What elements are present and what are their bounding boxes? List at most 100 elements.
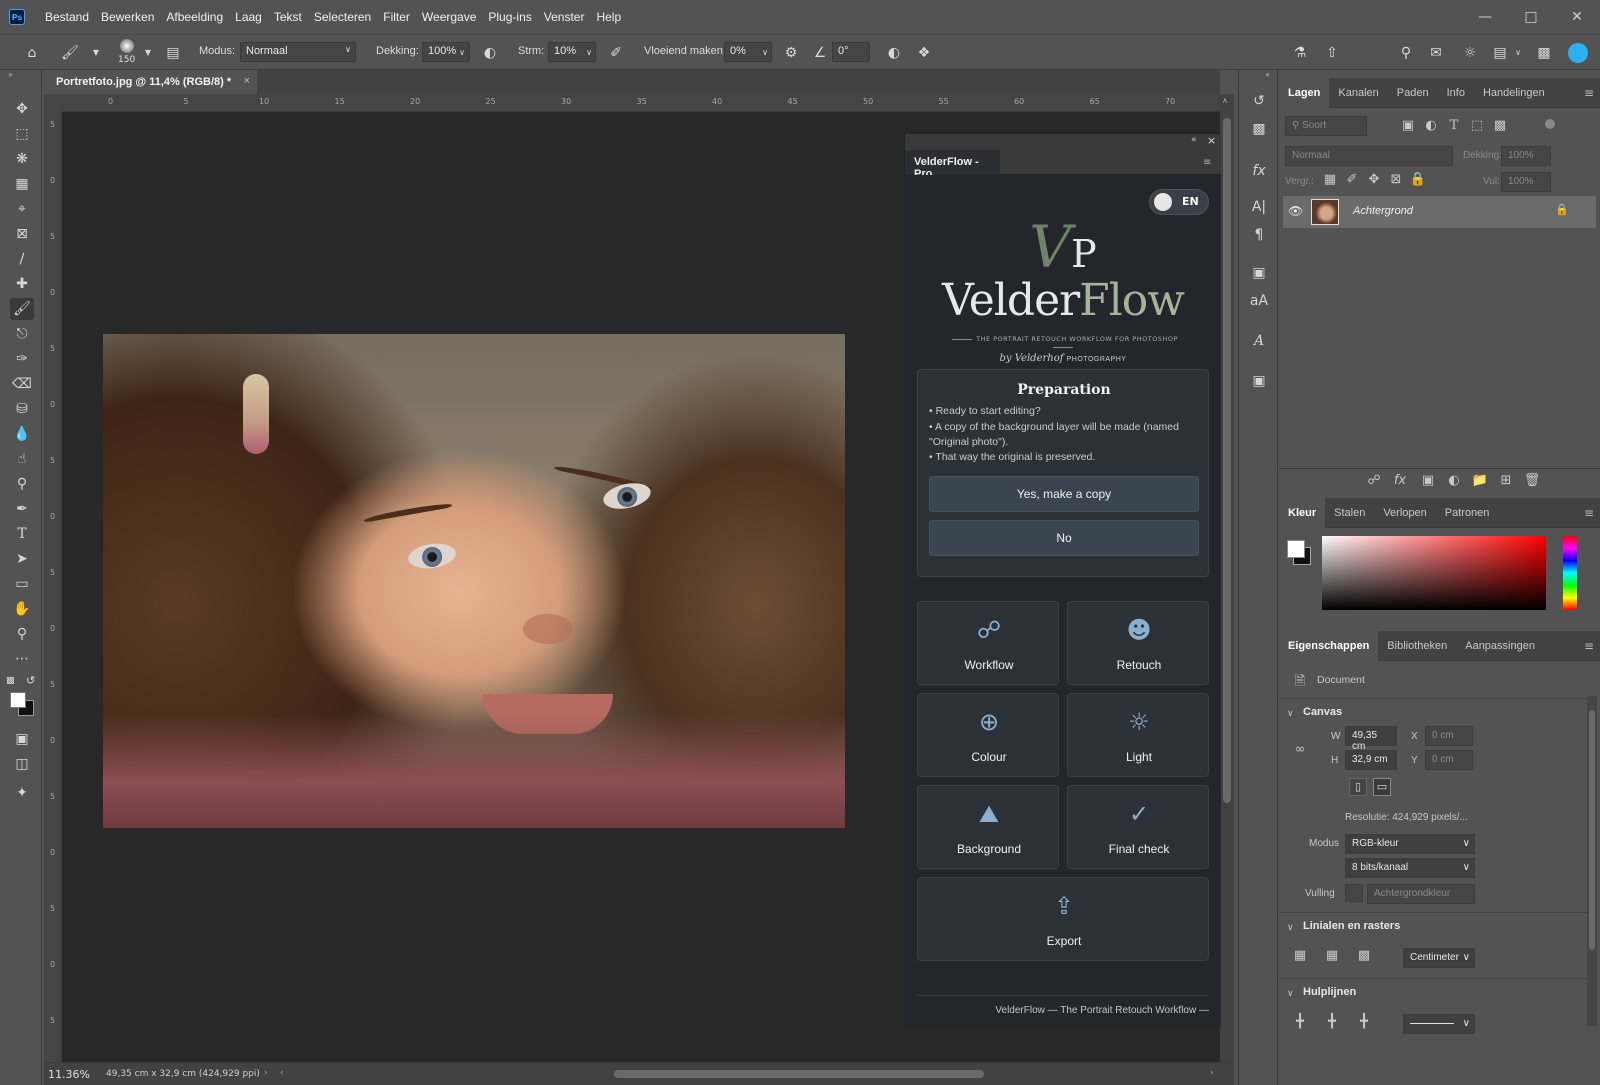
chevron-down-icon[interactable]: ∨	[1287, 708, 1294, 719]
horizontal-ruler[interactable]: 0 5 10 15 20 25 30 35 40 45 50 55 60 65 70	[62, 94, 1220, 112]
chevron-down-icon[interactable]: ▼	[138, 43, 158, 63]
pixel-filter-icon[interactable]: ▣	[1399, 118, 1417, 133]
chevron-down-icon[interactable]: ∨	[452, 43, 472, 63]
lock-artboard-icon[interactable]: ⊠	[1387, 172, 1405, 187]
add-mask-icon[interactable]: ▣	[1419, 473, 1437, 488]
fill-select[interactable]: Achtergrondkleur	[1367, 884, 1475, 904]
smudge-tool-icon[interactable]: ☝	[10, 448, 34, 470]
tab-paden[interactable]: Paden	[1388, 78, 1438, 108]
stamp-tool-icon[interactable]: ⎋	[10, 323, 34, 345]
colour-card[interactable]: ⊕ Colour	[917, 693, 1059, 777]
tab-kanalen[interactable]: Kanalen	[1329, 78, 1387, 108]
tab-handelingen[interactable]: Handelingen	[1474, 78, 1554, 108]
fx-icon[interactable]: fx	[1247, 160, 1271, 182]
menu-bewerken[interactable]: Bewerken	[95, 10, 160, 24]
hand-tool-icon[interactable]: ✋	[10, 598, 34, 620]
collapse-icon[interactable]: «	[1265, 70, 1270, 79]
guide-toggle-icon[interactable]: ╋	[1291, 1014, 1309, 1029]
chat-icon[interactable]: ✉	[1426, 43, 1446, 63]
menu-laag[interactable]: Laag	[229, 10, 268, 24]
vertical-ruler[interactable]: 5 0 5 0 5 0 5 0 5 0 5 0 5 0 5 0 5	[44, 112, 62, 1062]
type-tool-icon[interactable]: T	[10, 523, 34, 545]
y-field[interactable]: 0 cm	[1425, 750, 1473, 770]
final-check-card[interactable]: ✓ Final check	[1067, 785, 1209, 869]
document-tab[interactable]: Portretfoto.jpg @ 11,4% (RGB/8) * ×	[44, 70, 257, 94]
paragraph-icon[interactable]: ¶	[1247, 224, 1271, 246]
vertical-scrollbar[interactable]: ∧	[1220, 94, 1234, 1062]
guide-style-select[interactable]: ∨	[1403, 1014, 1475, 1034]
lock-all-icon[interactable]: 🔒	[1409, 172, 1427, 187]
brush-preset-icon[interactable]: 🖌	[60, 43, 80, 63]
quick-mask-icon[interactable]: ▣	[10, 728, 34, 750]
lightbulb-icon[interactable]: ☼	[1460, 43, 1480, 63]
mode-select[interactable]: Normaal ∨	[240, 42, 356, 62]
type-filter-icon[interactable]: T	[1445, 118, 1463, 133]
menu-weergave[interactable]: Weergave	[416, 10, 482, 24]
properties-scrollbar[interactable]	[1587, 696, 1597, 1026]
bit-depth-select[interactable]: 8 bits/kanaal ∨	[1345, 858, 1475, 878]
maximize-icon[interactable]: □	[1508, 6, 1554, 28]
menu-venster[interactable]: Venster	[538, 10, 591, 24]
rulers-grids-section-title[interactable]: Linialen en rasters	[1303, 920, 1400, 932]
layer-opacity-field[interactable]: 100%	[1501, 146, 1551, 166]
quick-select-tool-icon[interactable]: ❋	[10, 148, 34, 170]
portrait-orientation-icon[interactable]: ▯	[1349, 778, 1367, 796]
adjustment-layer-icon[interactable]: ◐	[1445, 473, 1463, 488]
grid-toggle-icon[interactable]: ▦	[1323, 948, 1341, 963]
color-mode-select[interactable]: RGB-kleur ∨	[1345, 834, 1475, 854]
chevron-down-icon[interactable]: ∨	[579, 43, 599, 63]
chevron-down-icon[interactable]: ∨	[1508, 43, 1528, 63]
move-tool-icon[interactable]: ✥	[10, 98, 34, 120]
export-card[interactable]: ⇪ Export	[917, 877, 1209, 961]
foreground-color-swatch[interactable]	[1287, 540, 1305, 558]
angle-field[interactable]: 0°	[832, 42, 870, 62]
close-tab-icon[interactable]: ×	[244, 75, 250, 87]
history-brush-tool-icon[interactable]: ✑	[10, 348, 34, 370]
units-select[interactable]: Centimeter ∨	[1403, 948, 1475, 968]
adjustment-filter-icon[interactable]: ◐	[1422, 118, 1440, 133]
hue-slider[interactable]	[1563, 536, 1577, 610]
lock-position-icon[interactable]: ✥	[1365, 172, 1383, 187]
height-field[interactable]: 32,9 cm	[1345, 750, 1397, 770]
blur-tool-icon[interactable]: 💧	[10, 423, 34, 445]
panel-menu-icon[interactable]: ≡	[1584, 639, 1594, 653]
collapse-icon[interactable]: «	[1191, 135, 1197, 145]
smart-guides-icon[interactable]: ╋	[1355, 1014, 1373, 1029]
pressure-size-icon[interactable]: ◐	[884, 43, 904, 63]
brush-tip-icon[interactable]	[120, 39, 134, 53]
tab-aanpassingen[interactable]: Aanpassingen	[1456, 631, 1544, 661]
guides-section-title[interactable]: Hulplijnen	[1303, 986, 1356, 998]
frame-tool-icon[interactable]: ⊠	[10, 223, 34, 245]
vertical-scroll-thumb[interactable]	[1223, 118, 1231, 803]
menu-help[interactable]: Help	[590, 10, 627, 24]
rectangle-tool-icon[interactable]: ▭	[10, 573, 34, 595]
character-styles-icon[interactable]: aA	[1247, 290, 1271, 312]
status-menu-icon[interactable]: ›	[264, 1068, 268, 1078]
flask-icon[interactable]: ⚗	[1290, 43, 1310, 63]
brush-tool-icon[interactable]: 🖌	[10, 298, 34, 320]
retouch-card[interactable]: ☻ Retouch	[1067, 601, 1209, 685]
airbrush-icon[interactable]: ✐	[606, 43, 626, 63]
zoom-level[interactable]: 11.36%	[48, 1068, 90, 1081]
chevron-down-icon[interactable]: ∨	[755, 43, 775, 63]
yes-make-copy-button[interactable]: Yes, make a copy	[929, 476, 1199, 512]
x-field[interactable]: 0 cm	[1425, 726, 1473, 746]
menu-afbeelding[interactable]: Afbeelding	[160, 10, 229, 24]
menu-bestand[interactable]: Bestand	[39, 10, 95, 24]
history-icon[interactable]: ↺	[1247, 90, 1271, 112]
paint-bucket-tool-icon[interactable]: ⛁	[10, 398, 34, 420]
foreground-color-swatch[interactable]	[10, 692, 26, 708]
no-button[interactable]: No	[929, 520, 1199, 556]
close-icon[interactable]: ✕	[1554, 6, 1600, 28]
pen-tool-icon[interactable]: ✒	[10, 498, 34, 520]
tab-patronen[interactable]: Patronen	[1436, 498, 1499, 528]
layer-row[interactable]: 👁 Achtergrond 🔒	[1283, 196, 1596, 228]
menu-selecteren[interactable]: Selecteren	[308, 10, 377, 24]
layer-filter-select[interactable]: ⚲ Soort	[1285, 116, 1367, 136]
new-layer-icon[interactable]: ⊞	[1497, 473, 1515, 488]
trash-icon[interactable]: 🗑	[1523, 473, 1541, 488]
tab-stalen[interactable]: Stalen	[1325, 498, 1374, 528]
fill-field[interactable]: 100%	[1501, 172, 1551, 192]
path-select-tool-icon[interactable]: ➤	[10, 548, 34, 570]
panel-menu-icon[interactable]: ≡	[1584, 506, 1594, 520]
